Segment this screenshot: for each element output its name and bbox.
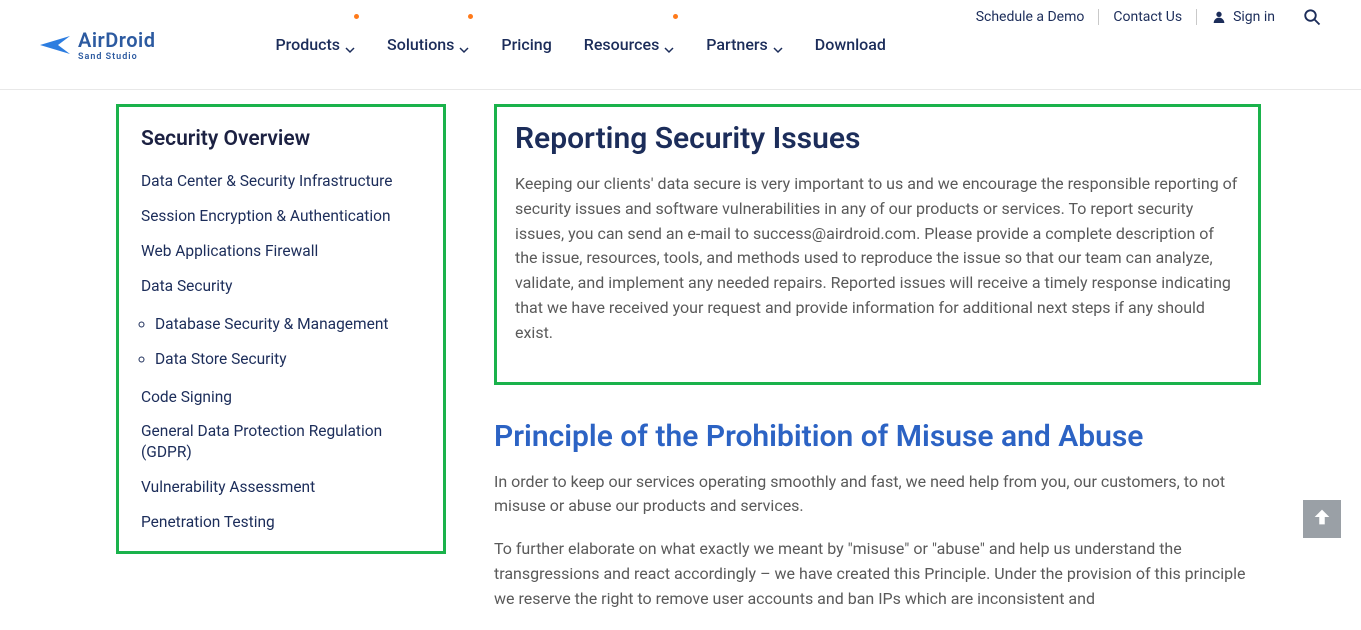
contact-us-link[interactable]: Contact Us <box>1099 9 1197 25</box>
sidebar-item-gdpr[interactable]: General Data Protection Regulation (GDPR… <box>141 421 429 463</box>
top-links: Schedule a Demo Contact Us Sign in <box>962 8 1321 26</box>
nav-download-label: Download <box>815 35 886 54</box>
sidebar-item-vuln-assessment[interactable]: Vulnerability Assessment <box>141 477 429 498</box>
back-to-top-button[interactable] <box>1303 500 1341 538</box>
nav-products[interactable]: Products <box>275 0 355 89</box>
sidebar-subitem-db-security[interactable]: Database Security & Management <box>155 314 429 335</box>
chevron-down-icon <box>664 40 674 50</box>
search-icon[interactable] <box>1303 8 1321 26</box>
nav-pricing-label: Pricing <box>501 35 551 54</box>
nav-resources-label: Resources <box>584 35 660 54</box>
logo-text-main: AirDroid <box>78 28 155 52</box>
chevron-down-icon <box>773 40 783 50</box>
sidebar-item-data-security[interactable]: Data Security <box>141 276 429 297</box>
sidebar: Security Overview Data Center & Security… <box>116 104 446 554</box>
nav-products-label: Products <box>275 35 340 54</box>
nav-pricing[interactable]: Pricing <box>501 0 551 89</box>
nav-partners-label: Partners <box>706 35 768 54</box>
sign-in-label: Sign in <box>1233 9 1275 25</box>
logo[interactable]: AirDroid Sand Studio <box>40 28 155 62</box>
nav-download[interactable]: Download <box>815 0 886 89</box>
sidebar-subitem-data-store[interactable]: Data Store Security <box>155 349 429 370</box>
notification-dot-icon <box>468 14 473 19</box>
section-p2: To further elaborate on what exactly we … <box>494 537 1261 611</box>
nav-solutions-label: Solutions <box>387 35 454 54</box>
nav-partners[interactable]: Partners <box>706 0 783 89</box>
section-heading: Reporting Security Issues <box>515 121 1240 156</box>
top-right: Schedule a Demo Contact Us Sign in <box>962 0 1321 90</box>
section-heading: Principle of the Prohibition of Misuse a… <box>494 419 1261 454</box>
content: Reporting Security Issues Keeping our cl… <box>494 104 1261 630</box>
section-reporting-security: Reporting Security Issues Keeping our cl… <box>494 104 1261 385</box>
sidebar-item-code-signing[interactable]: Code Signing <box>141 387 429 408</box>
notification-dot-icon <box>354 14 359 19</box>
section-body: Keeping our clients' data secure is very… <box>515 172 1240 346</box>
sidebar-item-data-center[interactable]: Data Center & Security Infrastructure <box>141 171 429 192</box>
main-nav: Products Solutions Pricing Resources Par… <box>275 0 885 89</box>
nav-resources[interactable]: Resources <box>584 0 675 89</box>
chevron-down-icon <box>345 40 355 50</box>
sidebar-list: Data Center & Security Infrastructure Se… <box>141 171 443 533</box>
notification-dot-icon <box>673 14 678 19</box>
logo-text-sub: Sand Studio <box>78 52 155 62</box>
schedule-demo-link[interactable]: Schedule a Demo <box>962 9 1100 25</box>
page-body: Security Overview Data Center & Security… <box>0 90 1361 630</box>
logo-arrow-icon <box>40 30 70 60</box>
chevron-down-icon <box>459 40 469 50</box>
section-principle-misuse: Principle of the Prohibition of Misuse a… <box>494 419 1261 612</box>
sidebar-sublist: Database Security & Management Data Stor… <box>141 314 429 370</box>
arrow-up-icon <box>1311 506 1333 532</box>
sidebar-item-session-encryption[interactable]: Session Encryption & Authentication <box>141 206 429 227</box>
header: AirDroid Sand Studio Products Solutions … <box>0 0 1361 90</box>
sign-in-link[interactable]: Sign in <box>1197 9 1289 25</box>
sidebar-title: Security Overview <box>141 127 443 151</box>
sidebar-item-pen-testing[interactable]: Penetration Testing <box>141 512 429 533</box>
sidebar-item-waf[interactable]: Web Applications Firewall <box>141 241 429 262</box>
nav-solutions[interactable]: Solutions <box>387 0 469 89</box>
section-p1: In order to keep our services operating … <box>494 470 1261 520</box>
user-icon <box>1211 9 1227 25</box>
logo-text: AirDroid Sand Studio <box>78 28 155 62</box>
